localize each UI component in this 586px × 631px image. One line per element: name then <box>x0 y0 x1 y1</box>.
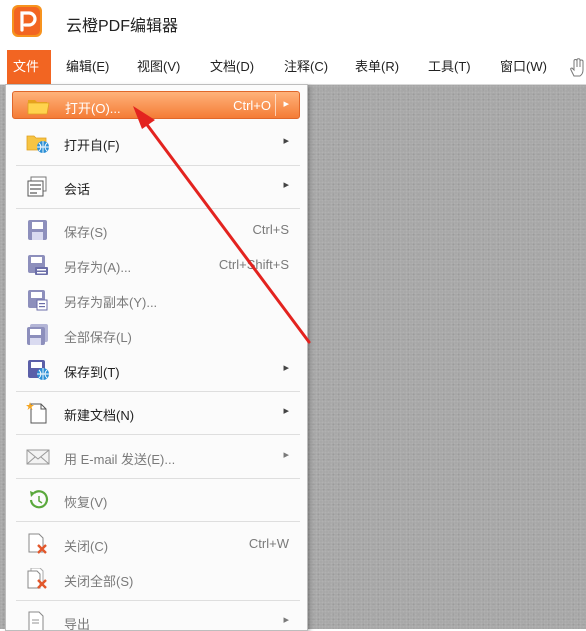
menu-item-open[interactable]: 打开(O)... Ctrl+O ▸ <box>12 91 300 119</box>
menu-item-session-label: 会话 <box>64 182 91 197</box>
menu-item-save-as[interactable]: 另存为(A)... Ctrl+Shift+S <box>6 250 307 280</box>
menu-separator <box>16 208 300 209</box>
menu-item-open-shortcut: Ctrl+O <box>233 98 271 113</box>
menu-item-save-to-label: 保存到(T) <box>64 365 120 380</box>
menu-item-save-shortcut: Ctrl+S <box>252 222 289 237</box>
menu-item-export[interactable]: 导出 ▸ <box>6 607 307 631</box>
menu-item-export-label: 导出 <box>64 617 91 631</box>
submenu-arrow-icon: ▸ <box>283 362 289 374</box>
app-logo-icon <box>12 5 42 37</box>
submenu-arrow-icon: ▸ <box>283 614 289 626</box>
close-all-icon <box>27 568 47 589</box>
submenu-arrow-icon: ▸ <box>283 135 289 147</box>
menu-item-save-all[interactable]: 全部保存(L) <box>6 320 307 350</box>
save-all-icon <box>27 324 48 345</box>
menu-item-email[interactable]: 用 E-mail 发送(E)... ▸ <box>6 442 307 472</box>
menu-tools[interactable]: 工具(T) <box>422 50 477 84</box>
menu-item-save-copy-label: 另存为副本(Y)... <box>64 295 158 310</box>
menu-separator <box>16 521 300 522</box>
save-copy-icon <box>28 290 48 311</box>
menu-item-open-from-label: 打开自(F) <box>64 138 120 153</box>
save-to-icon <box>28 360 49 380</box>
submenu-arrow-icon: ▸ <box>283 449 289 461</box>
menu-item-save-as-shortcut: Ctrl+Shift+S <box>218 257 289 272</box>
hand-tool-icon[interactable] <box>568 58 586 78</box>
menu-separator <box>16 434 300 435</box>
menu-item-restore[interactable]: 恢复(V) <box>6 485 307 515</box>
menu-separator <box>16 600 300 601</box>
close-doc-icon <box>28 533 47 554</box>
save-as-icon <box>28 255 48 275</box>
export-icon <box>28 611 44 630</box>
submenu-arrow-icon: ▸ <box>283 98 289 110</box>
menu-item-session[interactable]: 会话 ▸ <box>6 172 307 202</box>
menu-form[interactable]: 表单(R) <box>349 50 405 84</box>
email-icon <box>26 449 50 465</box>
menu-item-save[interactable]: 保存(S) Ctrl+S <box>6 215 307 245</box>
menu-item-save-copy[interactable]: 另存为副本(Y)... <box>6 285 307 315</box>
menu-edit[interactable]: 编辑(E) <box>60 50 115 84</box>
menu-item-save-label: 保存(S) <box>64 225 108 240</box>
divider <box>275 94 276 116</box>
app-title: 云橙PDF编辑器 <box>66 18 179 35</box>
menu-item-restore-label: 恢复(V) <box>64 495 108 510</box>
menu-separator <box>16 478 300 479</box>
menu-bar: 文件 编辑(E) 视图(V) 文档(D) 注释(C) 表单(R) 工具(T) 窗… <box>0 50 586 85</box>
menu-item-open-from[interactable]: 打开自(F) ▸ <box>6 128 307 158</box>
new-document-icon <box>26 402 47 424</box>
menu-comment[interactable]: 注释(C) <box>278 50 334 84</box>
menu-item-close-label: 关闭(C) <box>64 539 109 554</box>
menu-item-new-document-label: 新建文档(N) <box>64 408 135 423</box>
menu-item-close-shortcut: Ctrl+W <box>248 536 289 551</box>
save-icon <box>28 220 47 240</box>
submenu-arrow-icon: ▸ <box>283 405 289 417</box>
menu-file[interactable]: 文件 <box>7 50 51 84</box>
menu-view[interactable]: 视图(V) <box>131 50 186 84</box>
menu-item-save-as-label: 另存为(A)... <box>64 260 132 275</box>
menu-item-close-all[interactable]: 关闭全部(S) <box>6 564 307 594</box>
menu-item-email-label: 用 E-mail 发送(E)... <box>64 452 176 467</box>
menu-separator <box>16 391 300 392</box>
menu-item-close-all-label: 关闭全部(S) <box>64 574 134 589</box>
menu-separator <box>16 165 300 166</box>
folder-globe-icon <box>26 135 49 153</box>
menu-item-new-document[interactable]: 新建文档(N) ▸ <box>6 398 307 428</box>
file-menu-dropdown: 打开(O)... Ctrl+O ▸ 打开自(F) ▸ 会话 ▸ 保存(S) Ct… <box>5 84 308 631</box>
submenu-arrow-icon: ▸ <box>283 179 289 191</box>
menu-item-save-to[interactable]: 保存到(T) ▸ <box>6 355 307 385</box>
menu-item-open-label: 打开(O)... <box>65 101 121 116</box>
menu-item-save-all-label: 全部保存(L) <box>64 330 132 345</box>
restore-icon <box>29 490 49 509</box>
title-bar: 云橙PDF编辑器 <box>0 0 586 46</box>
menu-window[interactable]: 窗口(W) <box>494 50 553 84</box>
menu-item-close[interactable]: 关闭(C) Ctrl+W <box>6 529 307 559</box>
menu-document[interactable]: 文档(D) <box>204 50 260 84</box>
session-icon <box>27 176 47 197</box>
folder-open-icon <box>27 100 50 115</box>
